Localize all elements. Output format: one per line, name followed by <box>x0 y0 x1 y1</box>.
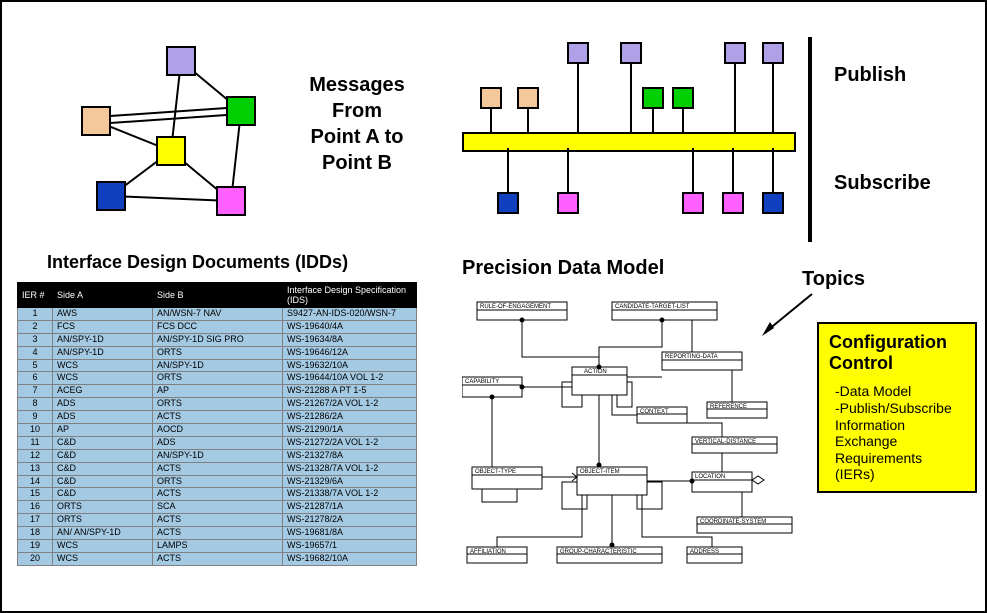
pubsub-node-bottom <box>497 192 519 214</box>
table-row: 2FCSFCS DCCWS-19640/4A <box>18 320 417 333</box>
svg-text:COORDINATE-SYSTEM: COORDINATE-SYSTEM <box>700 519 766 525</box>
table-row: 13C&DACTSWS-21328/7A VOL 1-2 <box>18 462 417 475</box>
table-row: 9ADSACTSWS-21286/2A <box>18 411 417 424</box>
config-item: Information Exchange <box>835 417 965 449</box>
messages-title-line3: Point A to <box>282 124 432 150</box>
entity-context: CONTEXT <box>637 407 687 423</box>
table-row: 17ORTSACTSWS-21278/2A <box>18 514 417 527</box>
svg-text:CANDIDATE-TARGET-LIST: CANDIDATE-TARGET-LIST <box>615 304 690 310</box>
table-row: 16ORTSSCAWS-21287/1A <box>18 501 417 514</box>
right-axis-tick <box>808 37 812 242</box>
subscribe-label: Subscribe <box>834 172 931 195</box>
idd-th-ier: IER # <box>18 283 53 308</box>
pubsub-node-mid <box>642 87 664 109</box>
mesh-node-blue <box>97 182 125 210</box>
svg-text:REFERENCE: REFERENCE <box>710 404 747 410</box>
pubsub-node-bottom <box>682 192 704 214</box>
entity-affiliation: AFFILIATION <box>467 547 527 563</box>
pubsub-node-bottom <box>557 192 579 214</box>
config-item: -Publish/Subscribe <box>835 400 965 416</box>
table-row: 6WCSORTSWS-19644/10A VOL 1-2 <box>18 372 417 385</box>
idd-th-ids: Interface Design Specification (IDS) <box>283 283 417 308</box>
pubsub-node-bottom <box>722 192 744 214</box>
table-row: 1AWSAN/WSN-7 NAVS9427-AN-IDS-020/WSN-7 <box>18 308 417 321</box>
pubsub-node-mid <box>480 87 502 109</box>
pubsub-node-mid <box>517 87 539 109</box>
svg-text:REPORTING-DATA: REPORTING-DATA <box>665 354 718 360</box>
pubsub-diagram <box>462 42 792 222</box>
table-row: 10APAOCDWS-21290/1A <box>18 424 417 437</box>
pubsub-node-top <box>620 42 642 64</box>
messages-title-block: Messages From Point A to Point B <box>282 72 432 176</box>
table-row: 18AN/ AN/SPY-1DACTSWS-19681/8A <box>18 527 417 540</box>
entity-location: LOCATION <box>692 472 752 492</box>
table-row: 8ADSORTSWS-21267/2A VOL 1-2 <box>18 398 417 411</box>
entity-address: ADDRESS <box>687 547 742 563</box>
mesh-node-yellow <box>157 137 185 165</box>
pubsub-bus <box>462 132 796 152</box>
precision-data-model-diagram: RULE-OF-ENGAGEMENT CANDIDATE-TARGET-LIST… <box>462 297 802 577</box>
mesh-node-lavender <box>167 47 195 75</box>
pubsub-node-top <box>567 42 589 64</box>
pubsub-node-top <box>762 42 784 64</box>
table-row: 20WCSACTSWS-19682/10A <box>18 552 417 565</box>
idd-th-sidea: Side A <box>53 283 153 308</box>
entity-reporting-data: REPORTING-DATA <box>662 352 742 370</box>
messages-title-line2: From <box>282 98 432 124</box>
pubsub-node-bottom <box>762 192 784 214</box>
entity-reference: REFERENCE <box>707 402 767 418</box>
idd-title: Interface Design Documents (IDDs) <box>47 252 348 273</box>
svg-text:VERTICAL-DISTANCE: VERTICAL-DISTANCE <box>695 439 756 445</box>
svg-text:LOCATION: LOCATION <box>695 474 725 480</box>
entity-coordinate-system: COORDINATE-SYSTEM <box>697 517 792 533</box>
entity-vertical-distance: VERTICAL-DISTANCE <box>692 437 777 453</box>
entity-group-characteristic: GROUP-CHARACTERISTIC <box>557 547 662 563</box>
table-row: 15C&DACTSWS-21338/7A VOL 1-2 <box>18 488 417 501</box>
svg-text:ADDRESS: ADDRESS <box>690 549 719 555</box>
table-row: 19WCSLAMPSWS-19657/1 <box>18 540 417 553</box>
svg-text:OBJECT-TYPE: OBJECT-TYPE <box>475 469 516 475</box>
pubsub-node-top <box>724 42 746 64</box>
table-row: 12C&DAN/SPY-1DWS-21327/8A <box>18 449 417 462</box>
mesh-node-peach <box>82 107 110 135</box>
table-row: 7ACEGAPWS-21288 A PT 1-5 <box>18 385 417 398</box>
entity-object-item: OBJECT-ITEM <box>577 467 647 495</box>
mesh-network-diagram <box>77 42 277 222</box>
config-item: -Data Model <box>835 383 965 399</box>
idd-table: IER # Side A Side B Interface Design Spe… <box>17 282 417 566</box>
entity-rule-of-engagement: RULE-OF-ENGAGEMENT <box>477 302 567 320</box>
svg-text:RULE-OF-ENGAGEMENT: RULE-OF-ENGAGEMENT <box>480 304 551 310</box>
topics-label: Topics <box>802 268 865 291</box>
idd-table-header-row: IER # Side A Side B Interface Design Spe… <box>18 283 417 308</box>
table-row: 4AN/SPY-1DORTSWS-19646/12A <box>18 346 417 359</box>
entity-capability: CAPABILITY <box>462 377 522 397</box>
publish-label: Publish <box>834 64 906 87</box>
idd-th-sideb: Side B <box>153 283 283 308</box>
svg-text:CONTEXT: CONTEXT <box>640 409 669 415</box>
entity-object-type: OBJECT-TYPE <box>472 467 542 489</box>
svg-text:GROUP-CHARACTERISTIC: GROUP-CHARACTERISTIC <box>560 549 637 555</box>
entity-candidate-target-list: CANDIDATE-TARGET-LIST <box>612 302 717 320</box>
table-row: 5WCSAN/SPY-1DWS-19632/10A <box>18 359 417 372</box>
messages-title-line1: Messages <box>282 72 432 98</box>
table-row: 3AN/SPY-1DAN/SPY-1D SIG PROWS-19634/8A <box>18 333 417 346</box>
mesh-node-magenta <box>217 187 245 215</box>
svg-text:ACTION: ACTION <box>584 369 607 375</box>
entity-action: ACTION <box>572 367 627 395</box>
pubsub-node-mid <box>672 87 694 109</box>
table-row: 11C&DADSWS-21272/2A VOL 1-2 <box>18 436 417 449</box>
configuration-control-box: Configuration Control -Data Model -Publi… <box>817 322 977 493</box>
svg-text:CAPABILITY: CAPABILITY <box>465 379 499 385</box>
mesh-node-green <box>227 97 255 125</box>
svg-text:OBJECT-ITEM: OBJECT-ITEM <box>580 469 620 475</box>
config-item: Requirements (IERs) <box>835 450 965 482</box>
messages-title-line4: Point B <box>282 150 432 176</box>
precision-data-model-title: Precision Data Model <box>462 257 664 280</box>
svg-text:AFFILIATION: AFFILIATION <box>470 549 506 555</box>
table-row: 14C&DORTSWS-21329/6A <box>18 475 417 488</box>
config-title: Configuration Control <box>829 332 965 373</box>
